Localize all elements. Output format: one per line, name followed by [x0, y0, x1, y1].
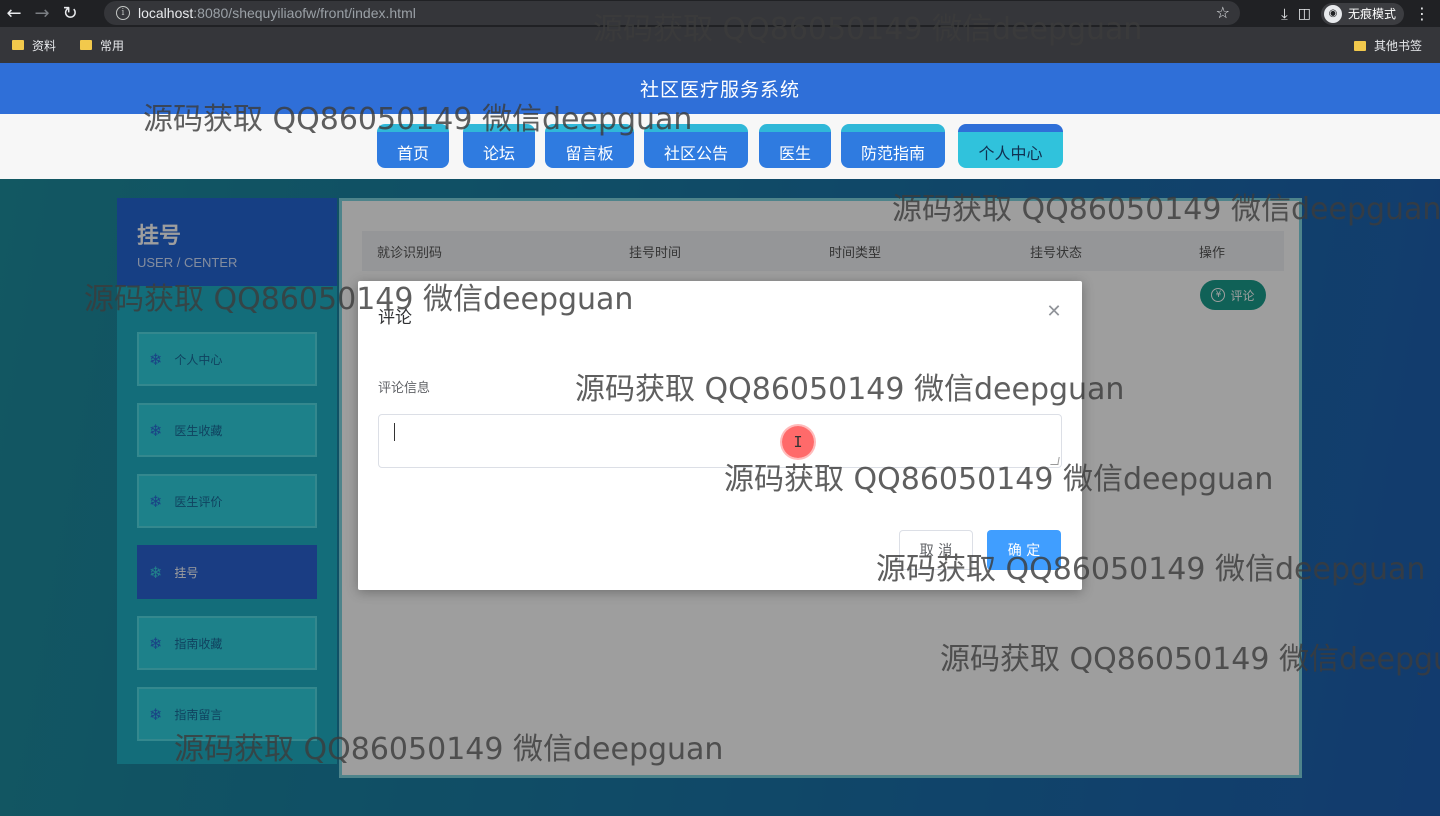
comment-textarea[interactable] [378, 414, 1062, 468]
incognito-icon: ◉ [1323, 4, 1342, 23]
incognito-label: 无痕模式 [1347, 7, 1396, 21]
text-caret [394, 423, 395, 441]
folder-icon [80, 40, 93, 50]
nav-notices[interactable]: 社区公告 [644, 124, 748, 168]
browser-actions: ⤓ ◫ ◉ 无痕模式 ⋮ [1281, 0, 1440, 27]
site-header: 社区医疗服务系统 [0, 63, 1440, 114]
bookmark-folder-other[interactable]: 其他书签 [1353, 37, 1422, 54]
incognito-badge[interactable]: ◉ 无痕模式 [1320, 2, 1404, 25]
reload-icon[interactable]: ↻ [56, 0, 84, 27]
site-info-icon[interactable]: i [116, 6, 130, 20]
folder-icon [1353, 40, 1366, 51]
mouse-cursor-icon: I [782, 426, 814, 458]
confirm-button[interactable]: 确 定 [987, 530, 1061, 570]
main-nav: 首页 论坛 留言板 社区公告 医生 防范指南 个人中心 [0, 114, 1440, 179]
cancel-button[interactable]: 取 消 [899, 530, 973, 570]
comment-dialog: 评论 ✕ 评论信息 取 消 确 定 [358, 281, 1082, 590]
bookmark-star-icon[interactable]: ☆ [1216, 3, 1230, 22]
sidepanel-icon[interactable]: ◫ [1298, 6, 1311, 22]
nav-doctors[interactable]: 医生 [759, 124, 831, 168]
bookmark-folder-ziliao[interactable]: 资料 [12, 37, 56, 54]
comment-field-label: 评论信息 [378, 381, 431, 396]
address-bar[interactable]: i localhost:8080/shequyiliaofw/front/ind… [104, 1, 1240, 25]
download-icon[interactable]: ⤓ [1281, 5, 1288, 23]
menu-icon[interactable]: ⋮ [1414, 4, 1430, 23]
nav-prevention-guide[interactable]: 防范指南 [841, 124, 945, 168]
back-icon[interactable]: ← [0, 0, 28, 27]
bookmarks-bar: 资料 常用 其他书签 [0, 27, 1440, 63]
close-icon[interactable]: ✕ [1046, 301, 1062, 322]
nav-personal-center[interactable]: 个人中心 [958, 124, 1063, 168]
bookmark-folder-changyong[interactable]: 常用 [80, 37, 124, 54]
folder-icon [12, 40, 24, 50]
nav-home[interactable]: 首页 [377, 124, 449, 168]
nav-message-board[interactable]: 留言板 [545, 124, 634, 168]
browser-toolbar: ← → ↻ i localhost:8080/shequyiliaofw/fro… [0, 0, 1440, 27]
nav-forum[interactable]: 论坛 [463, 124, 535, 168]
resize-handle-icon[interactable] [1050, 457, 1060, 465]
dialog-title: 评论 [378, 308, 412, 328]
forward-icon[interactable]: → [28, 0, 56, 27]
site-title: 社区医疗服务系统 [639, 79, 800, 101]
url-text: localhost:8080/shequyiliaofw/front/index… [138, 5, 416, 21]
